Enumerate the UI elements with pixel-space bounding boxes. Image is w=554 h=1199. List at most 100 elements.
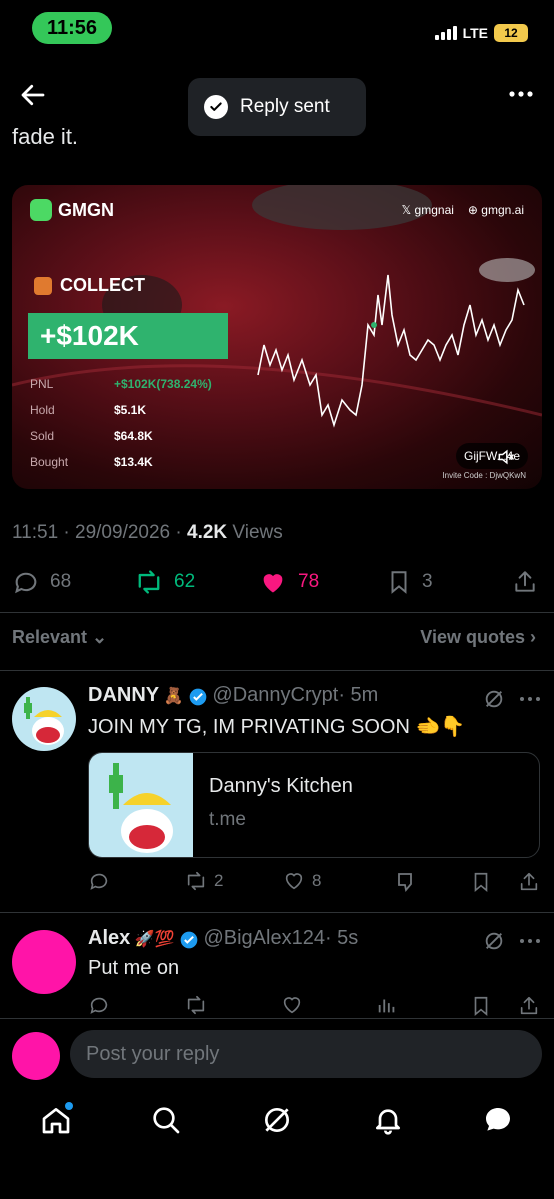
tweet-media-card[interactable]: GMGN 𝕏 gmgnai ⊕ gmgn.ai COLLECT +$102K P… — [12, 185, 542, 489]
stat-label-sold: Sold — [30, 429, 55, 443]
views-chart-icon[interactable] — [376, 994, 398, 1016]
bookmark-icon[interactable] — [470, 994, 492, 1018]
reply-like-button[interactable]: 8 — [282, 870, 321, 892]
gmgn-logo: GMGN — [30, 199, 114, 221]
tweet-timestamp: 11:51 · 29/09/2026 · — [12, 522, 187, 543]
reply-reply-button[interactable] — [88, 870, 110, 892]
stat-label-hold: Hold — [30, 403, 55, 417]
network-label: LTE — [462, 25, 488, 41]
nav-notifications[interactable] — [372, 1104, 404, 1136]
nav-home[interactable] — [40, 1102, 73, 1136]
reply-text: JOIN MY TG, IM PRIVATING SOON 🫲👇 — [88, 716, 466, 738]
reply-author-name[interactable]: Alex — [88, 927, 130, 949]
bookmark-button[interactable]: 3 — [386, 565, 433, 599]
heart-icon — [285, 873, 303, 890]
divider — [0, 912, 554, 913]
avatar[interactable] — [12, 687, 76, 751]
more-options-icon[interactable] — [506, 82, 536, 106]
heart-filled-icon — [263, 574, 283, 593]
link-thumbnail — [89, 753, 193, 857]
token-icon — [34, 276, 52, 295]
reply-compose-input[interactable]: Post your reply — [70, 1030, 542, 1078]
share-icon[interactable] — [518, 870, 540, 894]
profit-value: +$102K — [28, 313, 228, 359]
nav-search[interactable] — [150, 1104, 182, 1136]
price-chart-line — [257, 274, 525, 428]
reply-text: Put me on — [88, 957, 180, 979]
grok-icon[interactable] — [483, 930, 505, 952]
grok-icon[interactable] — [483, 688, 505, 710]
reply-icon[interactable] — [88, 994, 110, 1016]
view-quotes-link[interactable]: View quotes › — [420, 627, 536, 648]
grok-icon — [265, 1108, 289, 1132]
tweet-text: fade it. — [12, 124, 79, 149]
battery-icon: 12 — [494, 24, 528, 42]
reply-author-handle: @DannyCrypt — [212, 684, 339, 706]
bookmark-icon — [391, 571, 407, 594]
name-emoji: 🚀💯 — [134, 931, 175, 948]
repost-icon[interactable] — [184, 994, 208, 1016]
compose-avatar — [12, 1032, 60, 1080]
share-icon[interactable] — [518, 994, 540, 1018]
sort-relevant-dropdown[interactable]: Relevant ⌄ — [12, 627, 107, 648]
bell-icon — [376, 1109, 400, 1135]
checkmark-icon — [204, 95, 228, 119]
reply-header: DANNY 🧸 @DannyCrypt· 5m — [88, 684, 378, 707]
token-handle-pill: GijFW...4e — [455, 443, 528, 469]
status-indicators: LTE 12 — [434, 22, 528, 44]
reply-time: · 5s — [324, 927, 359, 949]
back-arrow-icon[interactable] — [18, 80, 48, 110]
bottom-nav — [0, 1090, 554, 1150]
stat-value-sold: $64.8K — [114, 429, 153, 443]
like-count: 78 — [298, 571, 320, 592]
divider — [0, 1018, 554, 1019]
reply-icon — [90, 873, 108, 890]
dislike-icon[interactable] — [395, 870, 419, 894]
reply-more-icon[interactable] — [518, 692, 542, 706]
x-handle: 𝕏 gmgnai — [401, 203, 454, 217]
frog-icon — [30, 199, 52, 221]
avatar[interactable] — [12, 930, 76, 994]
heart-icon[interactable] — [280, 994, 304, 1016]
invite-code: Invite Code : DjwQKwN — [442, 471, 526, 480]
divider — [0, 670, 554, 671]
views-label: Views — [227, 522, 283, 543]
link-preview-card[interactable]: Danny's Kitchen t.me — [88, 752, 540, 858]
social-handles: 𝕏 gmgnai ⊕ gmgn.ai — [402, 203, 524, 217]
stat-value-bought: $13.4K — [114, 455, 153, 469]
reply-time: · 5m — [338, 684, 379, 706]
share-icon[interactable] — [512, 568, 538, 596]
toast-text: Reply sent — [240, 96, 330, 117]
link-domain: t.me — [209, 809, 246, 830]
link-title: Danny's Kitchen — [209, 775, 353, 797]
like-button[interactable]: 78 — [258, 565, 319, 599]
search-icon — [153, 1107, 180, 1134]
reply-button[interactable]: 68 — [12, 565, 71, 599]
reply-icon — [15, 572, 37, 594]
mute-icon[interactable] — [496, 447, 516, 467]
reply-author-name[interactable]: DANNY — [88, 684, 159, 706]
chat-bubble-icon — [486, 1108, 510, 1131]
stat-value-hold: $5.1K — [114, 403, 147, 417]
reply-header: Alex 🚀💯 @BigAlex124· 5s — [88, 927, 358, 950]
verified-badge-icon — [189, 688, 207, 706]
stat-label-bought: Bought — [30, 455, 69, 469]
collect-label: COLLECT — [34, 275, 145, 296]
tweet-meta: 11:51 · 29/09/2026 · 4.2K Views — [12, 522, 283, 544]
reply-author-handle: @BigAlex124 — [203, 927, 325, 949]
status-time: 11:56 — [32, 12, 112, 44]
stat-label-pnl: PNL — [30, 377, 54, 391]
divider — [0, 612, 554, 613]
notification-dot — [65, 1102, 73, 1110]
repost-button[interactable]: 62 — [134, 565, 195, 599]
web-handle: ⊕ gmgn.ai — [467, 203, 524, 217]
nav-grok[interactable] — [261, 1104, 293, 1136]
bookmark-icon[interactable] — [470, 870, 492, 894]
reply-more-icon[interactable] — [518, 934, 542, 948]
reply-repost-count: 2 — [214, 871, 224, 890]
reply-repost-button[interactable]: 2 — [184, 870, 223, 892]
repost-icon — [187, 871, 205, 891]
nav-messages[interactable] — [482, 1104, 514, 1136]
reply-count: 68 — [50, 571, 72, 592]
reply-sent-toast: Reply sent — [188, 78, 366, 136]
